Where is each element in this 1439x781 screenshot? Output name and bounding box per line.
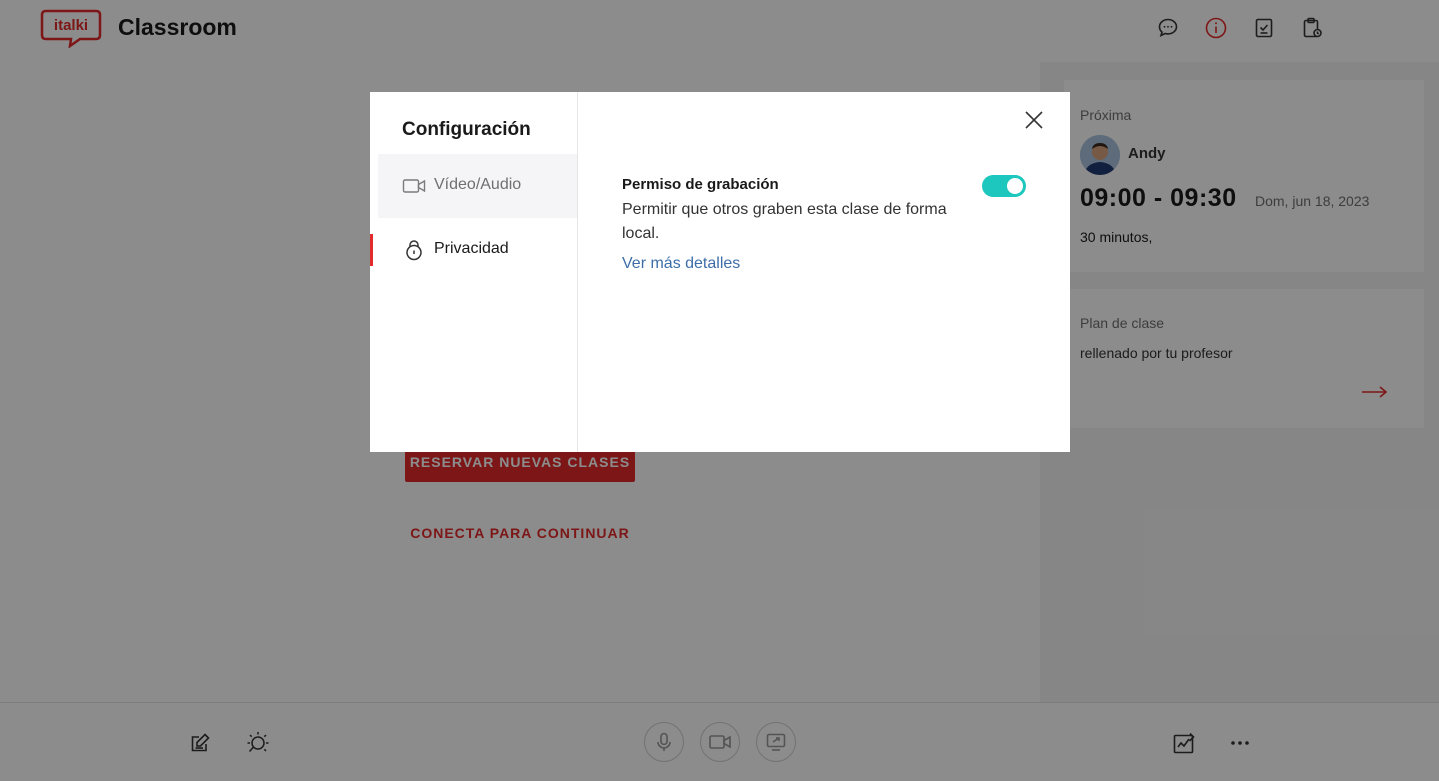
- menu-item-video-audio[interactable]: Vídeo/Audio: [378, 154, 577, 218]
- modal-title: Configuración: [402, 119, 531, 140]
- close-icon[interactable]: [1022, 108, 1046, 132]
- toggle-knob: [1007, 178, 1023, 194]
- settings-modal: Configuración Vídeo/Audio Privacidad Per…: [370, 92, 1070, 452]
- menu-item-label: Privacidad: [434, 240, 509, 257]
- video-camera-icon: [402, 174, 426, 198]
- settings-sidebar: Configuración Vídeo/Audio Privacidad: [370, 92, 578, 452]
- recording-permission-toggle[interactable]: [982, 175, 1026, 197]
- more-details-link[interactable]: Ver más detalles: [622, 255, 740, 273]
- setting-description: Permitir que otros graben esta clase de …: [622, 201, 947, 242]
- active-indicator: [370, 234, 373, 266]
- setting-title: Permiso de grabación: [622, 176, 779, 193]
- menu-item-label: Vídeo/Audio: [434, 176, 522, 193]
- menu-item-privacy[interactable]: Privacidad: [370, 218, 577, 282]
- lock-icon: [402, 238, 426, 262]
